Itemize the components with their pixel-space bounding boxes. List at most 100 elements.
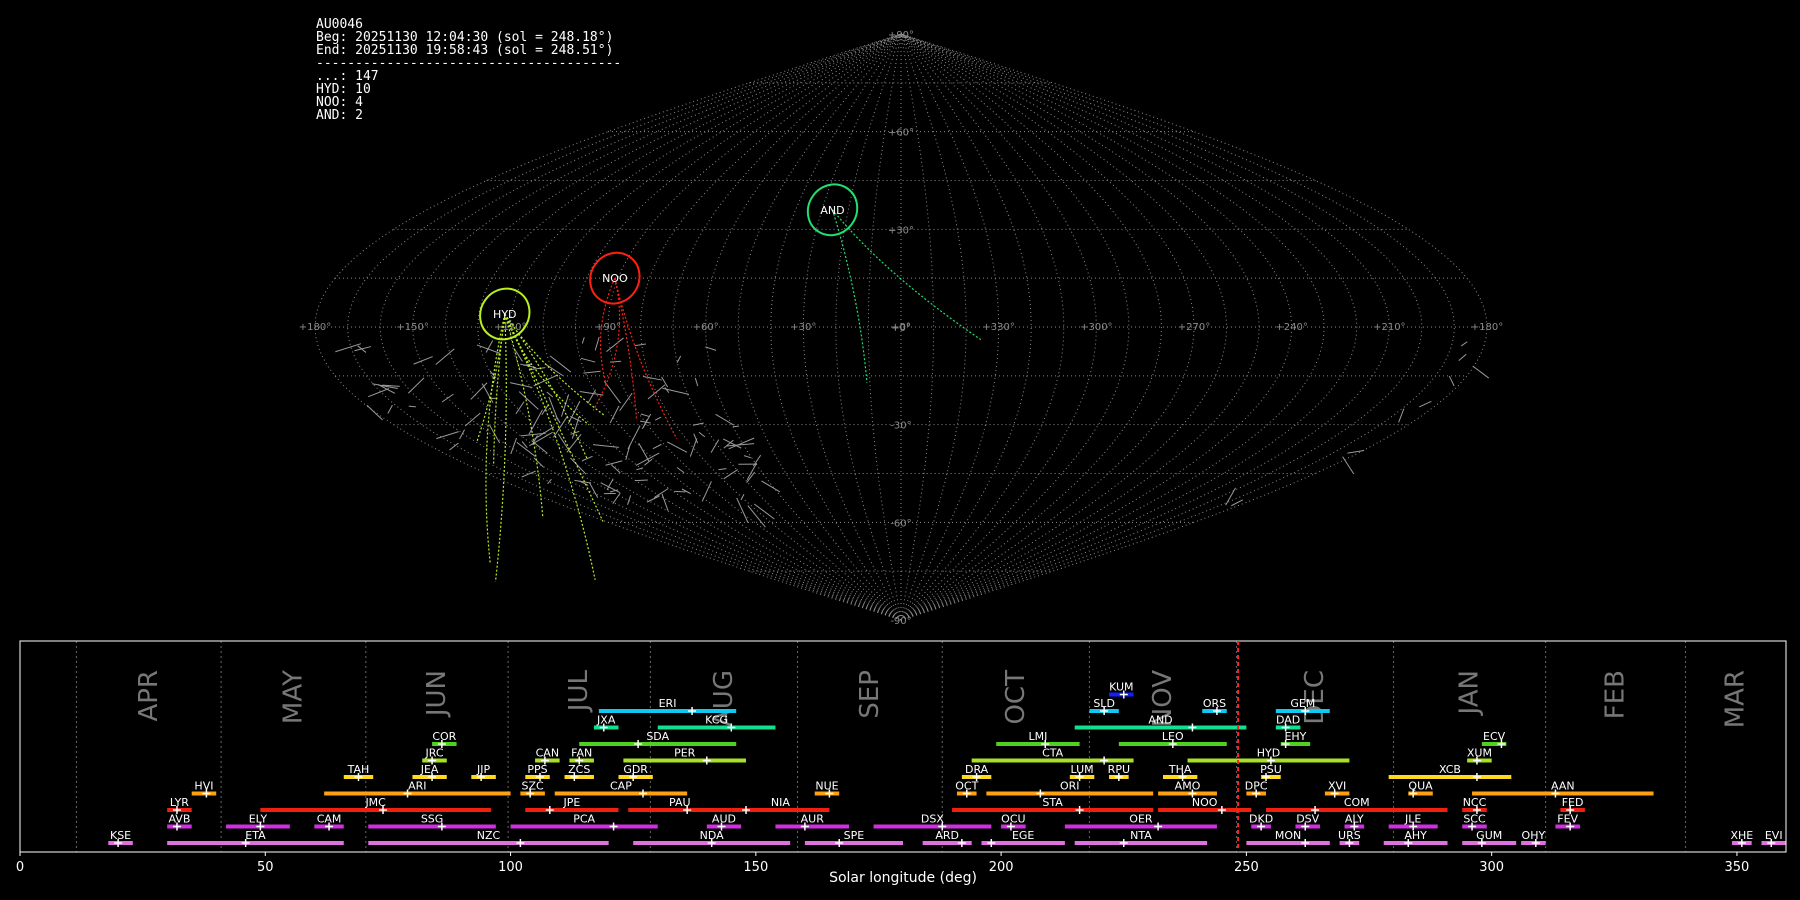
shower-label: AUD [712,813,736,826]
dec-tick-label: -60° [890,518,911,529]
shower-jea: JEA [412,763,447,781]
shower-kcg: KCG [657,714,776,732]
shower-label: PAU [669,796,691,809]
sporadic-track [627,495,632,505]
meridian-line [802,33,902,621]
shower-label: AAN [1551,780,1575,793]
shower-track-hyd [476,313,506,442]
sporadic-track [694,377,699,387]
radiant-hyd: HYD [479,287,531,341]
shower-xum: XUM [1467,747,1492,765]
shower-dkd: DKD [1249,813,1273,831]
shower-label: OER [1129,813,1153,826]
shower-label: NOO [1192,796,1218,809]
sporadic-track [612,492,621,504]
shower-ors: ORS [1202,697,1227,715]
shower-label: GUM [1476,829,1502,842]
radiant-label: HYD [493,308,516,321]
x-tick-label: 300 [1479,860,1504,875]
sporadic-track [701,481,712,502]
x-tick-label: 0 [16,860,24,875]
ra-tick-label: +210° [1373,322,1405,333]
sporadic-track [464,412,481,427]
month-label: SEP [855,670,885,719]
shower-label: PSU [1260,763,1282,776]
shower-label: ALY [1345,813,1364,826]
shower-label: COR [432,730,456,743]
sporadic-track [718,468,727,471]
shower-sda: SDA [579,730,737,748]
ra-tick-label: +270° [1178,322,1210,333]
shower-fan: FAN [569,747,594,765]
sporadic-track [667,441,688,453]
shower-label: NUE [815,780,838,793]
shower-label: ZCS [568,763,590,776]
shower-fed: FED [1560,796,1585,814]
shower-label: ETA [245,829,266,842]
ra-tick-label: +60° [693,322,719,333]
shower-timeline-chart: APR MAY JUN JUL AUG SEP OCT NOV DEC JAN FEB MAR KUM… [16,640,1787,886]
ra-tick-label: +330° [982,322,1014,333]
shower-label: HVI [194,780,213,793]
ra-tick-label: +180° [299,322,331,333]
sporadic-track [1231,499,1244,507]
sporadic-track [647,384,666,400]
shower-label: CAP [610,780,632,793]
shower-label: DSV [1296,813,1319,826]
shower-label: HYD [1257,747,1280,760]
dec-tick-label: +90° [888,30,914,41]
sporadic-track [436,431,459,440]
shower-label: MON [1275,829,1301,842]
shower-label: JPE [562,796,580,809]
shower-label: ELY [249,813,268,826]
shower-fev: FEV [1555,813,1580,831]
sporadic-track [1347,449,1365,454]
shower-label: CTA [1042,747,1064,760]
shower-label: PCA [573,813,595,826]
shower-label: PER [674,747,696,760]
shower-jmc: JMC [260,796,491,814]
shower-rpu: RPU [1108,763,1130,781]
shower-psu: PSU [1260,763,1282,781]
shower-label: XVI [1328,780,1346,793]
sporadic-track [609,405,620,424]
shower-hvi: HVI [191,780,217,798]
shower-label: THA [1168,763,1192,776]
shower-label: COM [1344,796,1370,809]
shower-label: ECV [1483,730,1506,743]
sporadic-track [605,460,623,466]
shower-label: KUM [1109,681,1133,694]
sporadic-track [582,455,593,462]
shower-label: OCU [1001,813,1025,826]
shower-xvi: XVI [1324,780,1350,798]
x-tick-label: 250 [1234,860,1259,875]
shower-nta: NTA [1074,829,1208,847]
sporadic-track [634,343,646,347]
sporadic-track [367,388,390,398]
month-label: JUN [422,670,452,718]
shower-qua: QUA [1408,780,1433,798]
sporadic-track [1460,341,1468,347]
shower-sld: SLD [1089,697,1119,715]
sporadic-track [533,457,544,468]
ra-tick-label: +30° [790,322,816,333]
shower-label: LEO [1162,730,1184,743]
shower-dsv: DSV [1295,813,1320,831]
sporadic-track [746,463,758,481]
shower-label: AND [1148,714,1172,727]
shower-eta: ETA [167,829,344,847]
shower-label: ORI [1060,780,1080,793]
shower-label: ARI [408,780,426,793]
shower-dpc: DPC [1245,780,1268,798]
sporadic-track [642,419,648,428]
sporadic-track [743,455,752,459]
sporadic-track [594,336,600,351]
shower-label: SSG [421,813,444,826]
shower-label: JLE [1404,813,1421,826]
sporadic-track [698,431,706,438]
shower-ari: ARI [324,780,511,798]
ra-tick-label: +240° [1275,322,1307,333]
ra-tick-label: +120° [494,322,526,333]
shower-label: EHY [1284,730,1306,743]
sporadic-track [581,337,585,344]
